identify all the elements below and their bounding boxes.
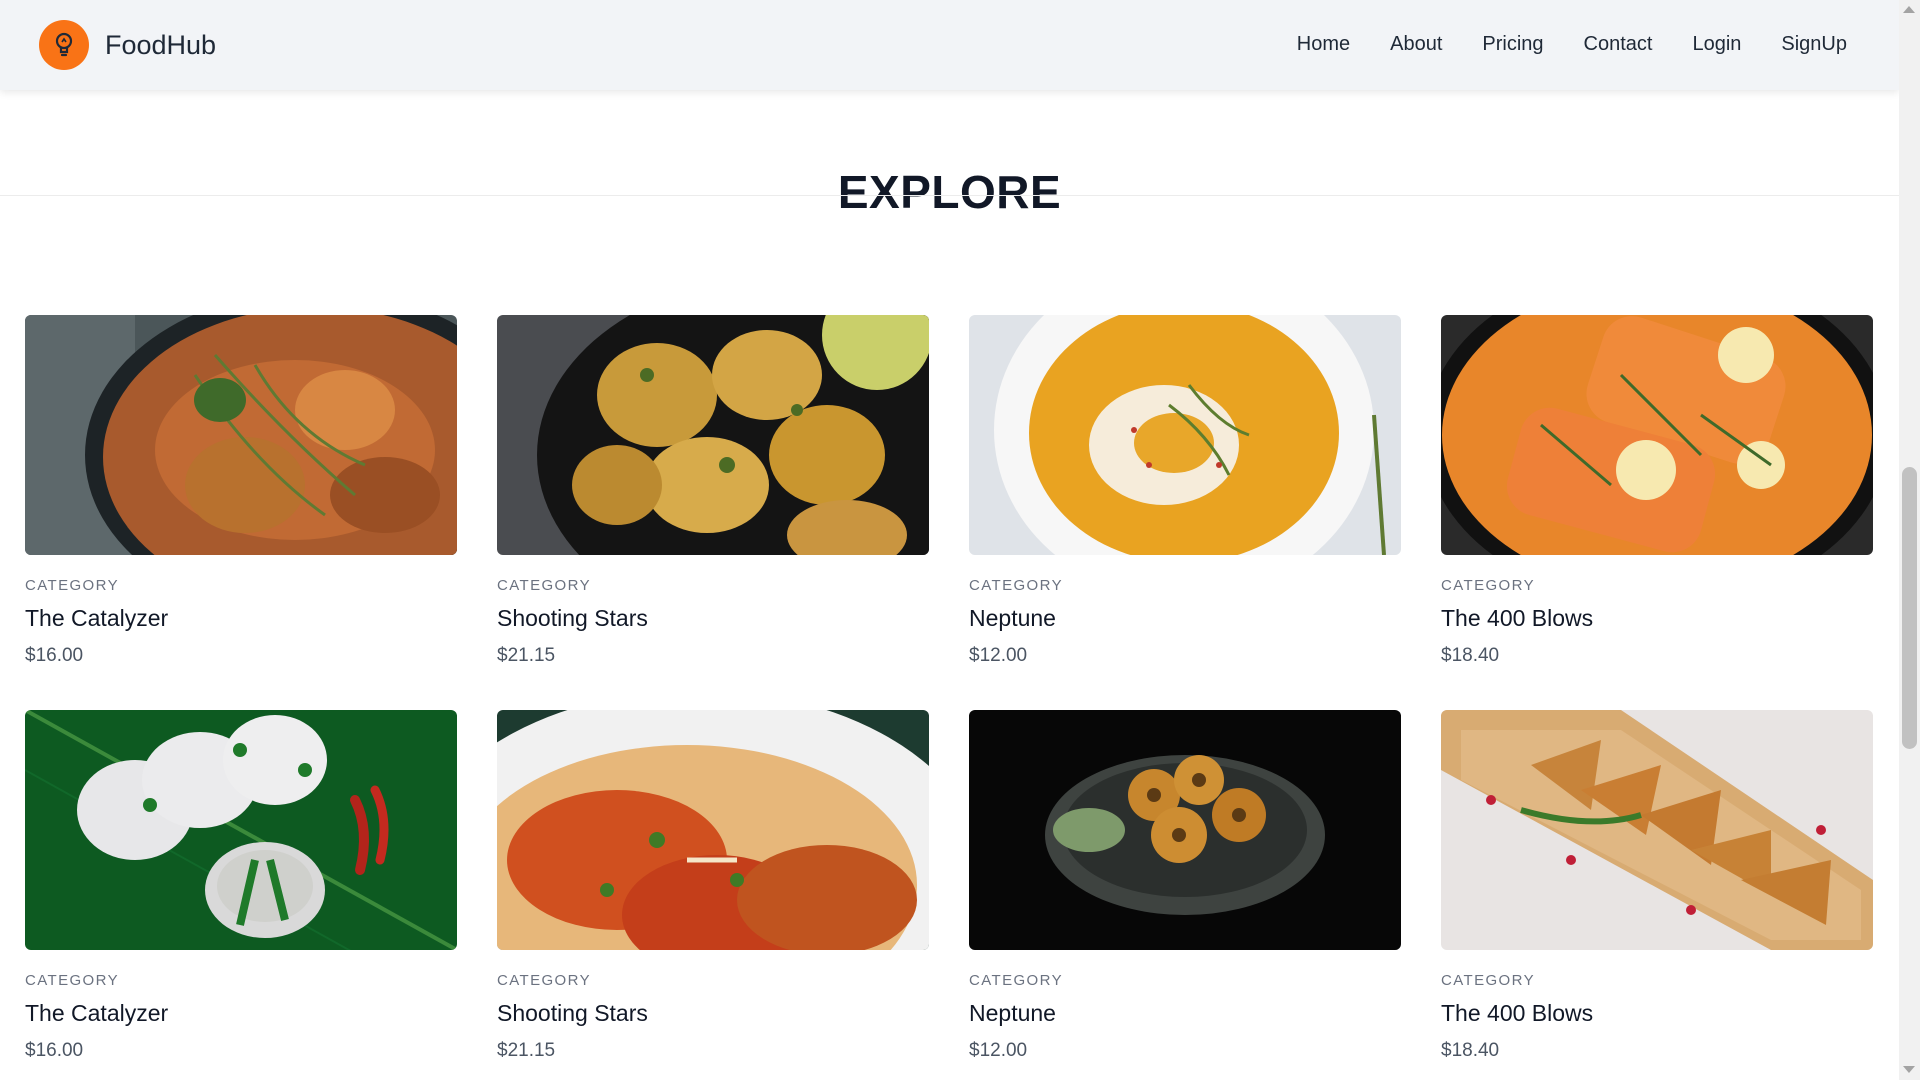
nav-link-signup[interactable]: SignUp — [1781, 33, 1847, 56]
scrollbar-thumb[interactable] — [1902, 467, 1917, 749]
lightbulb-icon — [55, 32, 73, 57]
card-price: $16.00 — [25, 645, 84, 666]
card-price: $16.00 — [25, 1040, 84, 1061]
product-card[interactable]: CATEGORY Neptune $12.00 — [969, 315, 1401, 695]
card-title[interactable]: The 400 Blows — [1441, 605, 1593, 632]
vada-plate-image[interactable] — [969, 710, 1401, 950]
samosa-board-image[interactable] — [1441, 710, 1873, 950]
card-category: CATEGORY — [1441, 972, 1535, 989]
scroll-down-arrow-icon[interactable] — [1903, 1066, 1915, 1073]
page: FoodHub Home About Pricing Contact Login… — [0, 0, 1899, 1080]
navbar: FoodHub Home About Pricing Contact Login… — [0, 0, 1899, 90]
card-price: $18.40 — [1441, 1040, 1500, 1061]
card-price: $12.00 — [969, 645, 1028, 666]
nav-link-login[interactable]: Login — [1692, 33, 1741, 56]
scroll-up-arrow-icon[interactable] — [1903, 6, 1915, 13]
product-card[interactable]: CATEGORY Shooting Stars $21.15 — [497, 315, 929, 695]
nav-link-about[interactable]: About — [1390, 33, 1442, 56]
product-card[interactable]: CATEGORY Neptune $12.00 — [969, 710, 1401, 1080]
card-title[interactable]: Shooting Stars — [497, 1000, 648, 1027]
card-category: CATEGORY — [25, 972, 119, 989]
product-card[interactable]: CATEGORY The 400 Blows $18.40 — [1441, 710, 1873, 1080]
nav-link-home[interactable]: Home — [1297, 33, 1350, 56]
product-card[interactable]: CATEGORY The 400 Blows $18.40 — [1441, 315, 1873, 695]
card-price: $18.40 — [1441, 645, 1500, 666]
card-title[interactable]: Neptune — [969, 1000, 1056, 1027]
logo[interactable] — [39, 20, 89, 70]
yellow-soup-image[interactable] — [969, 315, 1401, 555]
card-title[interactable]: The Catalyzer — [25, 1000, 168, 1027]
product-card[interactable]: CATEGORY The Catalyzer $16.00 — [25, 315, 457, 695]
salmon-curry-image[interactable] — [1441, 315, 1873, 555]
main-nav: Home About Pricing Contact Login SignUp — [1297, 33, 1847, 56]
card-category: CATEGORY — [1441, 577, 1535, 594]
card-title[interactable]: Shooting Stars — [497, 605, 648, 632]
card-price: $21.15 — [497, 645, 556, 666]
nav-link-pricing[interactable]: Pricing — [1482, 33, 1543, 56]
card-category: CATEGORY — [969, 577, 1063, 594]
curry-bowl-image[interactable] — [25, 315, 457, 555]
product-card[interactable]: CATEGORY Shooting Stars $21.15 — [497, 710, 929, 1080]
card-price: $12.00 — [969, 1040, 1028, 1061]
card-title[interactable]: The 400 Blows — [1441, 1000, 1593, 1027]
pakora-fritters-image[interactable] — [497, 315, 929, 555]
idli-on-leaf-image[interactable] — [25, 710, 457, 950]
divider — [0, 195, 1899, 196]
card-category: CATEGORY — [497, 972, 591, 989]
card-category: CATEGORY — [497, 577, 591, 594]
section-title: EXPLORE — [837, 165, 1062, 218]
card-title[interactable]: The Catalyzer — [25, 605, 168, 632]
product-card[interactable]: CATEGORY The Catalyzer $16.00 — [25, 710, 457, 1080]
card-price: $21.15 — [497, 1040, 556, 1061]
card-title[interactable]: Neptune — [969, 605, 1056, 632]
brand-name[interactable]: FoodHub — [105, 30, 216, 61]
nav-link-contact[interactable]: Contact — [1584, 33, 1653, 56]
card-category: CATEGORY — [25, 577, 119, 594]
spaghetti-meatballs-image[interactable] — [497, 710, 929, 950]
card-category: CATEGORY — [969, 972, 1063, 989]
